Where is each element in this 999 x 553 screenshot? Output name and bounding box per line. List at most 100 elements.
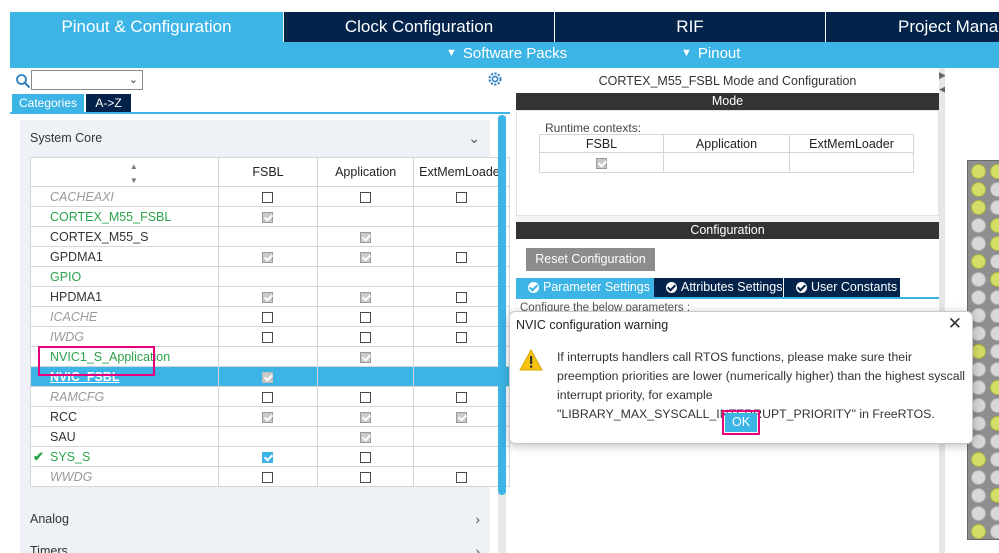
chip-pin[interactable] bbox=[990, 362, 999, 377]
chip-pin[interactable] bbox=[971, 218, 986, 233]
tab-a-z[interactable]: A->Z bbox=[86, 94, 131, 112]
chip-pin[interactable] bbox=[971, 272, 986, 287]
chip-pin[interactable] bbox=[971, 452, 986, 467]
peripheral-name[interactable]: HPDMA1 bbox=[31, 287, 219, 307]
chip-pin[interactable] bbox=[990, 326, 999, 341]
table-row[interactable]: SAU bbox=[31, 427, 510, 447]
context-checkbox[interactable] bbox=[456, 472, 467, 483]
table-row[interactable]: HPDMA1 bbox=[31, 287, 510, 307]
context-checkbox[interactable] bbox=[360, 292, 371, 303]
tab-clock-configuration[interactable]: Clock Configuration bbox=[284, 12, 554, 42]
context-checkbox[interactable] bbox=[262, 472, 273, 483]
chip-pin[interactable] bbox=[990, 182, 999, 197]
chip-pin[interactable] bbox=[971, 488, 986, 503]
context-checkbox[interactable] bbox=[456, 252, 467, 263]
table-row[interactable]: CACHEAXI bbox=[31, 187, 510, 207]
sort-header[interactable]: ▲▼ bbox=[31, 158, 219, 187]
chip-pin[interactable] bbox=[990, 488, 999, 503]
chip-pin[interactable] bbox=[990, 506, 999, 521]
tab-attributes-settings[interactable]: Attributes Settings bbox=[654, 278, 783, 297]
table-row[interactable]: ICACHE bbox=[31, 307, 510, 327]
left-scrollbar-thumb[interactable] bbox=[498, 115, 506, 495]
peripheral-name[interactable]: RAMCFG bbox=[31, 387, 219, 407]
software-packs-menu[interactable]: ▼Software Packs bbox=[446, 45, 567, 62]
context-checkbox[interactable] bbox=[360, 332, 371, 343]
context-checkbox[interactable] bbox=[360, 392, 371, 403]
peripheral-name[interactable]: ✔SYS_S bbox=[31, 447, 219, 467]
table-row[interactable]: CORTEX_M55_S bbox=[31, 227, 510, 247]
chip-pin[interactable] bbox=[990, 524, 999, 539]
tab-rif[interactable]: RIF bbox=[555, 12, 825, 42]
peripheral-name[interactable]: CORTEX_M55_S bbox=[31, 227, 219, 247]
context-checkbox[interactable] bbox=[456, 332, 467, 343]
context-checkbox[interactable] bbox=[360, 452, 371, 463]
group-system-core[interactable]: System Core ⌄ bbox=[20, 123, 490, 153]
chip-pin[interactable] bbox=[971, 524, 986, 539]
context-checkbox[interactable] bbox=[456, 292, 467, 303]
chip-pin[interactable] bbox=[990, 452, 999, 467]
chip-pin[interactable] bbox=[971, 200, 986, 215]
chip-pin[interactable] bbox=[990, 434, 999, 449]
context-checkbox[interactable] bbox=[360, 432, 371, 443]
left-scrollbar[interactable] bbox=[498, 115, 506, 553]
context-checkbox[interactable] bbox=[360, 412, 371, 423]
gear-icon[interactable] bbox=[487, 71, 503, 87]
chip-pin[interactable] bbox=[971, 182, 986, 197]
context-checkbox[interactable] bbox=[456, 412, 467, 423]
chip-pin[interactable] bbox=[990, 164, 999, 179]
tab-pinout-configuration[interactable]: Pinout & Configuration bbox=[10, 12, 283, 42]
chip-pin[interactable] bbox=[971, 254, 986, 269]
context-checkbox[interactable] bbox=[360, 232, 371, 243]
table-row[interactable]: GPDMA1 bbox=[31, 247, 510, 267]
chip-pin[interactable] bbox=[990, 380, 999, 395]
chip-pin[interactable] bbox=[990, 398, 999, 413]
chip-pin[interactable] bbox=[971, 470, 986, 485]
table-row[interactable]: RCC bbox=[31, 407, 510, 427]
chip-pin[interactable] bbox=[971, 434, 986, 449]
context-checkbox[interactable] bbox=[360, 312, 371, 323]
chip-pin[interactable] bbox=[971, 326, 986, 341]
context-checkbox[interactable] bbox=[262, 192, 273, 203]
tab-project-manager[interactable]: Project Mana bbox=[826, 12, 999, 42]
table-row[interactable]: ✔SYS_S bbox=[31, 447, 510, 467]
context-checkbox[interactable] bbox=[262, 372, 273, 383]
chip-pin[interactable] bbox=[990, 416, 999, 431]
chip-pin[interactable] bbox=[971, 398, 986, 413]
context-checkbox[interactable] bbox=[262, 312, 273, 323]
peripheral-name[interactable]: CACHEAXI bbox=[31, 187, 219, 207]
peripheral-name[interactable]: SAU bbox=[31, 427, 219, 447]
context-checkbox[interactable] bbox=[262, 452, 273, 463]
chip-pin[interactable] bbox=[971, 290, 986, 305]
reset-configuration-button[interactable]: Reset Configuration bbox=[526, 248, 655, 271]
context-checkbox[interactable] bbox=[262, 212, 273, 223]
context-checkbox[interactable] bbox=[456, 392, 467, 403]
chip-pin[interactable] bbox=[990, 236, 999, 251]
context-checkbox[interactable] bbox=[456, 192, 467, 203]
peripheral-name[interactable]: WWDG bbox=[31, 467, 219, 487]
search-combo[interactable]: ⌄ bbox=[31, 70, 143, 90]
context-checkbox[interactable] bbox=[262, 252, 273, 263]
pinout-menu[interactable]: ▼Pinout bbox=[681, 45, 740, 62]
chip-pin[interactable] bbox=[971, 164, 986, 179]
group-timers[interactable]: Timers › bbox=[20, 536, 490, 553]
chip-pin[interactable] bbox=[990, 290, 999, 305]
chip-pin[interactable] bbox=[990, 470, 999, 485]
context-checkbox[interactable] bbox=[456, 312, 467, 323]
context-checkbox[interactable] bbox=[262, 292, 273, 303]
context-checkbox[interactable] bbox=[360, 352, 371, 363]
peripheral-name[interactable]: CORTEX_M55_FSBL bbox=[31, 207, 219, 227]
chip-pin[interactable] bbox=[971, 308, 986, 323]
chip-pin[interactable] bbox=[971, 506, 986, 521]
tab-user-constants[interactable]: User Constants bbox=[784, 278, 900, 297]
chip-pin[interactable] bbox=[990, 254, 999, 269]
context-checkbox[interactable] bbox=[360, 192, 371, 203]
chip-pin[interactable] bbox=[990, 200, 999, 215]
context-checkbox[interactable] bbox=[262, 412, 273, 423]
chip-pin[interactable] bbox=[971, 362, 986, 377]
chip-pin[interactable] bbox=[971, 416, 986, 431]
peripheral-name[interactable]: IWDG bbox=[31, 327, 219, 347]
peripheral-name[interactable]: GPDMA1 bbox=[31, 247, 219, 267]
context-checkbox[interactable] bbox=[262, 392, 273, 403]
close-icon[interactable]: ✕ bbox=[948, 314, 962, 334]
chip-pin[interactable] bbox=[990, 218, 999, 233]
